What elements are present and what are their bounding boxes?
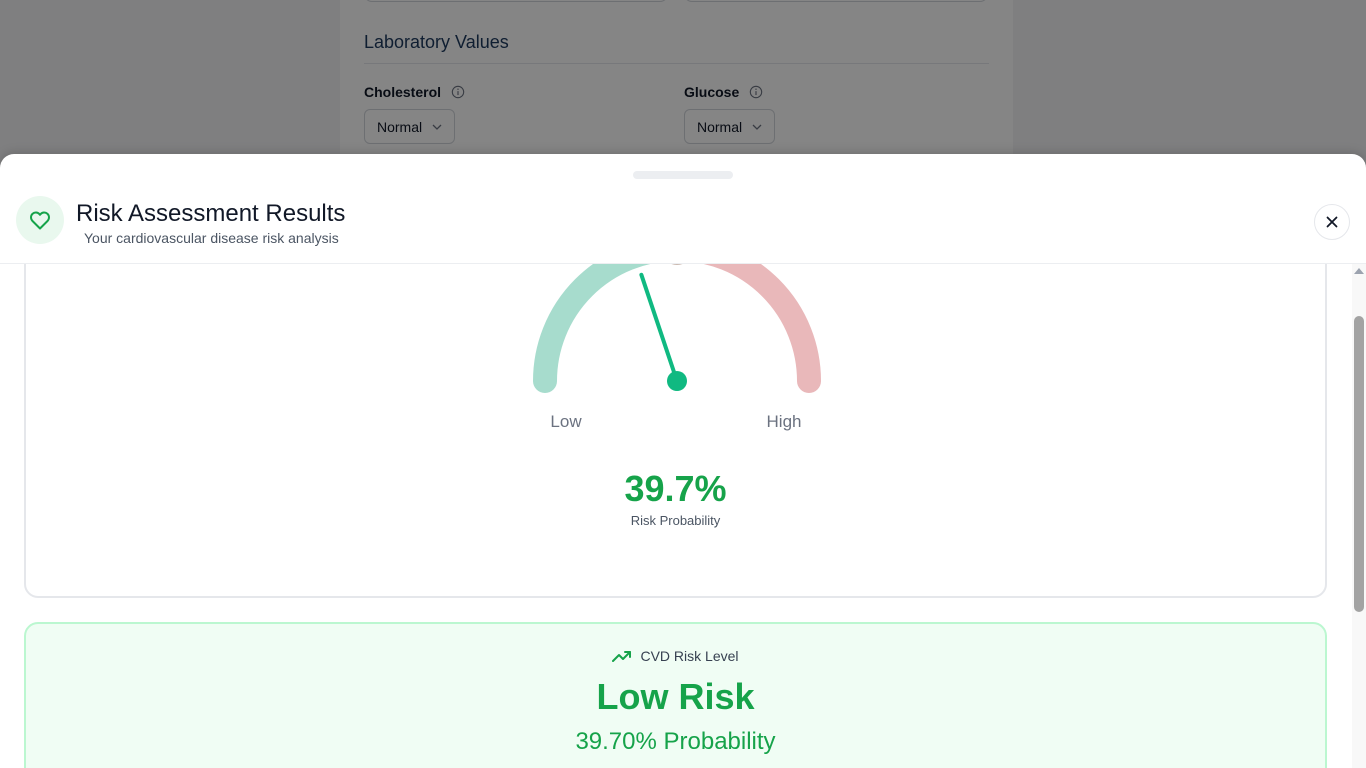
results-sheet: Risk Assessment Results Your cardiovascu… <box>0 154 1366 768</box>
drag-handle[interactable] <box>633 171 733 179</box>
gauge-caption: Risk Probability <box>630 513 721 528</box>
risk-label-row: CVD Risk Level <box>26 648 1325 664</box>
gauge-marker <box>671 264 683 265</box>
gauge-high-label: High <box>767 412 802 431</box>
close-icon <box>1326 216 1338 228</box>
heart-icon <box>16 196 64 244</box>
risk-probability: 39.70% Probability <box>575 728 776 755</box>
gauge-low-label: Low <box>550 412 582 431</box>
gauge-needle <box>639 272 679 383</box>
sheet-header: Risk Assessment Results Your cardiovascu… <box>0 184 1366 264</box>
sheet-subtitle: Your cardiovascular disease risk analysi… <box>84 230 339 246</box>
sheet-title: Risk Assessment Results <box>76 200 346 227</box>
gauge-hub <box>667 371 687 391</box>
risk-label: CVD Risk Level <box>640 648 739 664</box>
results-scroll-area[interactable]: Low High 39.7% Risk Probability CVD Risk… <box>0 264 1366 768</box>
risk-gauge: Low High <box>533 264 821 431</box>
gauge-arc-high <box>703 264 821 393</box>
scroll-thumb[interactable] <box>1354 316 1364 612</box>
risk-level: Low Risk <box>596 676 755 717</box>
scroll-up-arrow[interactable] <box>1354 268 1364 274</box>
gauge-value: 39.7% <box>624 468 727 509</box>
scrollbar[interactable] <box>1352 264 1366 768</box>
close-button[interactable] <box>1314 204 1350 240</box>
gauge-card: Low High 39.7% Risk Probability <box>24 264 1327 598</box>
risk-level-card: CVD Risk Level Low Risk 39.70% Probabili… <box>24 622 1327 768</box>
trending-up-icon <box>612 651 632 662</box>
